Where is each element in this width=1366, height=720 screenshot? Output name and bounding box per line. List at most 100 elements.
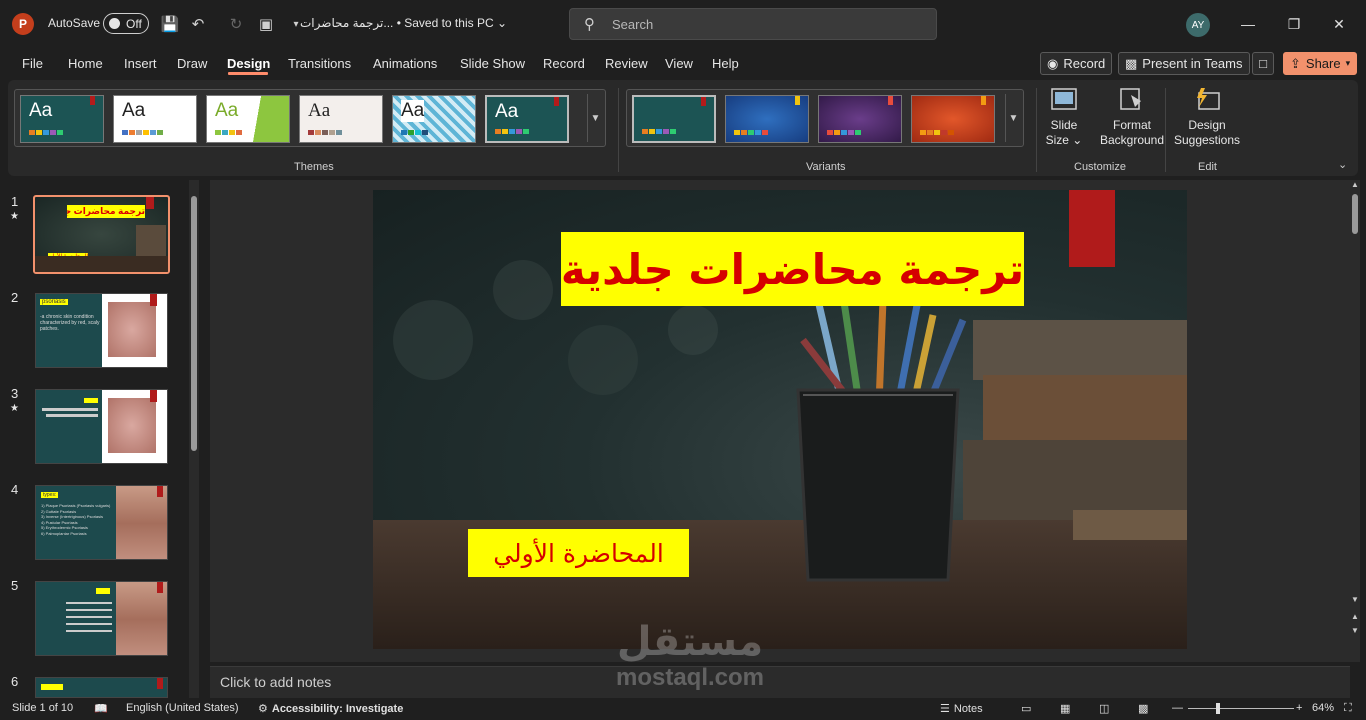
theme-preview-text: Aa — [29, 100, 53, 121]
theme-thumbnail[interactable]: Aa — [299, 95, 383, 143]
record-icon: ◉ — [1047, 55, 1059, 71]
tab-record[interactable]: Record — [543, 56, 585, 71]
language-status[interactable]: English (United States) — [126, 702, 239, 714]
thumb-skin-photo — [108, 302, 156, 357]
slide-sorter-icon[interactable]: ▦ — [1060, 702, 1070, 715]
zoom-slider-thumb[interactable] — [1216, 703, 1220, 714]
tab-transitions[interactable]: Transitions — [288, 56, 351, 71]
theme-preview-text: Aa — [401, 100, 425, 122]
theme-thumbnail-selected[interactable]: Aa — [485, 95, 569, 143]
themes-more-icon[interactable]: ▼ — [587, 94, 603, 142]
theme-thumbnail[interactable]: Aa — [206, 95, 290, 143]
thumb-line — [66, 616, 112, 618]
variant-colors — [827, 130, 861, 135]
slide-thumbnail-5[interactable] — [35, 581, 168, 656]
book-shape — [973, 320, 1187, 380]
variant-thumbnail[interactable] — [725, 95, 809, 143]
slide-canvas[interactable]: ترجمة محاضرات جلدية المحاضرة الأولي — [373, 190, 1187, 649]
normal-view-icon[interactable]: ▭ — [1021, 702, 1031, 715]
slideshow-view-icon[interactable]: ▩ — [1138, 702, 1148, 715]
zoom-level[interactable]: 64% — [1312, 702, 1334, 714]
close-icon[interactable]: ✕ — [1327, 12, 1351, 36]
slide-title[interactable]: ترجمة محاضرات جلدية — [561, 232, 1024, 306]
design-suggestions-label-1: Design — [1188, 118, 1226, 132]
reading-view-icon[interactable]: ◫ — [1099, 702, 1109, 715]
slide-size-button[interactable]: Slide Size ⌄ — [1044, 86, 1084, 148]
comments-button[interactable]: □ — [1252, 52, 1274, 75]
accessibility-status[interactable]: ⚙ Accessibility: Investigate — [258, 702, 403, 716]
variant-thumbnail[interactable] — [632, 95, 716, 143]
slide-thumbnail-6[interactable] — [35, 677, 168, 698]
theme-thumbnail[interactable]: Aa — [20, 95, 104, 143]
previous-slide-icon[interactable]: ▲ — [1351, 612, 1359, 621]
slide-thumbnail-4[interactable]: types: 1) Plaque Psoriasis (Psoriasis vu… — [35, 485, 168, 560]
minimize-icon[interactable]: — — [1236, 12, 1260, 36]
slide-size-label-2: Size ⌄ — [1045, 133, 1083, 147]
thumb-heading-block — [41, 684, 63, 690]
tab-file[interactable]: File — [22, 56, 43, 71]
tab-review[interactable]: Review — [605, 56, 648, 71]
present-in-teams-button[interactable]: ▩ Present in Teams — [1118, 52, 1250, 75]
slide-thumbnail-2[interactable]: psoriasis -a chronic skin condition char… — [35, 293, 168, 368]
document-title[interactable]: ترجمة محاضرات... • Saved to this PC ⌄ — [300, 16, 507, 30]
present-icon[interactable]: ▣ — [256, 14, 276, 34]
zoom-out-icon[interactable]: — — [1172, 702, 1183, 714]
thumb-table — [35, 256, 168, 272]
animation-star-icon: ★ — [10, 211, 19, 222]
tab-insert[interactable]: Insert — [124, 56, 157, 71]
slide-subtitle[interactable]: المحاضرة الأولي — [468, 529, 689, 577]
tab-animations[interactable]: Animations — [373, 56, 437, 71]
notes-icon: ☰ — [940, 703, 950, 715]
powerpoint-logo-icon: P — [12, 13, 34, 35]
notes-toggle[interactable]: ☰ Notes — [940, 702, 983, 716]
theme-thumbnail[interactable]: Aa — [113, 95, 197, 143]
avatar[interactable]: AY — [1186, 13, 1210, 37]
autosave-toggle[interactable]: Off — [103, 13, 149, 34]
share-button[interactable]: ⇪ Share ▾ — [1283, 52, 1358, 75]
theme-preview-text: Aa — [495, 101, 519, 122]
watermark-latin: mostaql.com — [615, 664, 765, 691]
toggle-knob — [109, 18, 120, 29]
tab-help[interactable]: Help — [712, 56, 739, 71]
design-suggestions-button[interactable]: Design Suggestions — [1171, 86, 1243, 148]
restore-icon[interactable]: ❐ — [1282, 12, 1306, 36]
slide-scrollbar[interactable]: ▲ ▼ ▲ ▼ — [1350, 180, 1360, 662]
slide-size-icon — [1050, 86, 1078, 112]
search-box[interactable]: ⚲ Search — [569, 8, 937, 40]
undo-icon[interactable]: ↶ — [188, 14, 208, 34]
slide-thumbnail-3[interactable] — [35, 389, 168, 464]
theme-thumbnail[interactable]: Aa — [392, 95, 476, 143]
scrollbar-thumb[interactable] — [191, 196, 197, 451]
variant-thumbnail[interactable] — [818, 95, 902, 143]
design-ideas-icon — [1193, 86, 1221, 112]
scroll-up-icon[interactable]: ▲ — [1351, 180, 1359, 189]
scroll-down-icon[interactable]: ▼ — [1351, 595, 1359, 604]
collapse-ribbon-icon[interactable]: ⌄ — [1338, 158, 1347, 171]
variants-more-icon[interactable]: ▼ — [1005, 94, 1021, 142]
variant-thumbnail[interactable] — [911, 95, 995, 143]
notes-pane[interactable]: Click to add notes — [210, 666, 1350, 698]
record-button[interactable]: ◉ Record — [1040, 52, 1113, 75]
comment-icon: □ — [1259, 56, 1267, 71]
thumbnail-scrollbar[interactable] — [189, 180, 199, 698]
scrollbar-thumb[interactable] — [1352, 194, 1358, 234]
fit-slide-icon[interactable]: ⛶ — [1344, 702, 1352, 715]
zoom-slider[interactable] — [1188, 703, 1294, 714]
format-background-button[interactable]: Format Background — [1098, 86, 1166, 148]
tab-draw[interactable]: Draw — [177, 56, 207, 71]
next-slide-icon[interactable]: ▼ — [1351, 626, 1359, 635]
slide-thumbnail-1[interactable]: ترجمة محاضرات جلدية المحاضرة الأولي — [33, 195, 170, 274]
thumb-skin-photo — [108, 398, 156, 453]
variants-gallery: ▼ — [626, 89, 1024, 147]
save-icon[interactable]: 💾 — [160, 14, 180, 34]
tab-slide-show[interactable]: Slide Show — [460, 56, 525, 71]
search-placeholder: Search — [612, 17, 654, 32]
slide-count[interactable]: Slide 1 of 10 — [12, 702, 73, 714]
redo-icon[interactable]: ↻ — [226, 14, 246, 34]
book-shape — [983, 375, 1187, 445]
tab-design[interactable]: Design — [227, 56, 270, 71]
zoom-in-icon[interactable]: + — [1296, 702, 1302, 714]
spell-check-icon[interactable]: 📖 — [94, 702, 108, 715]
tab-view[interactable]: View — [665, 56, 693, 71]
tab-home[interactable]: Home — [68, 56, 103, 71]
